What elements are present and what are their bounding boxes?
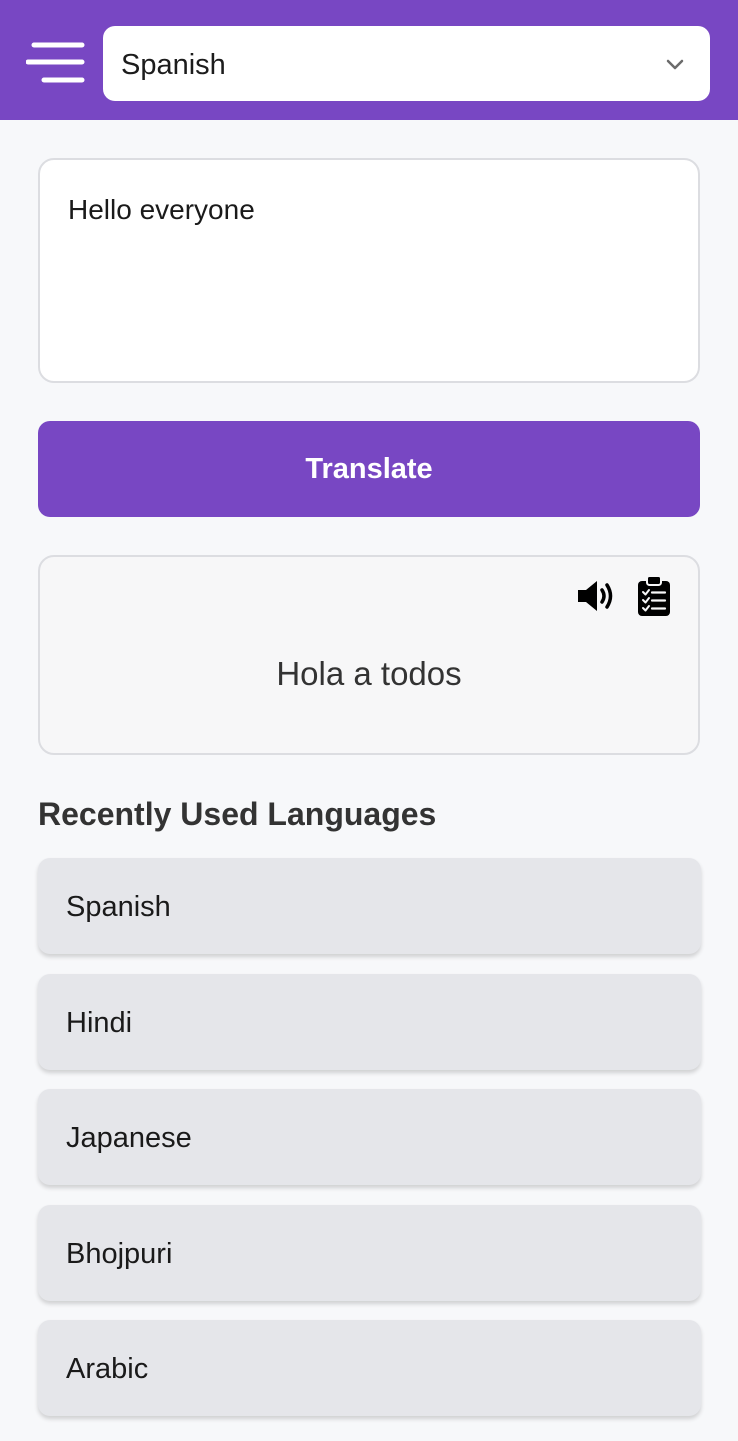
menu-icon[interactable]	[26, 40, 88, 86]
clipboard-icon[interactable]	[636, 575, 672, 617]
app-bar: Spanish	[0, 0, 738, 120]
language-select[interactable]: Spanish	[103, 26, 710, 101]
translated-text: Hola a todos	[276, 655, 462, 692]
translate-button[interactable]: Translate	[38, 421, 700, 517]
source-text-input[interactable]	[68, 192, 670, 349]
recent-languages-title: Recently Used Languages	[38, 796, 437, 832]
source-text-card	[38, 158, 700, 383]
recent-language-item[interactable]: Bhojpuri	[38, 1204, 701, 1301]
recent-languages-list: Spanish Hindi Japanese Bhojpuri Arabic	[38, 858, 701, 1436]
recent-language-item[interactable]: Arabic	[38, 1320, 701, 1416]
recent-language-item[interactable]: Spanish	[38, 858, 701, 954]
chevron-down-icon	[666, 59, 684, 70]
language-select-value: Spanish	[121, 49, 226, 81]
recent-language-item[interactable]: Japanese	[38, 1089, 701, 1185]
translation-result-card: Hola a todos	[38, 555, 700, 755]
speaker-icon[interactable]	[576, 577, 618, 615]
recent-language-item[interactable]: Hindi	[38, 973, 701, 1070]
